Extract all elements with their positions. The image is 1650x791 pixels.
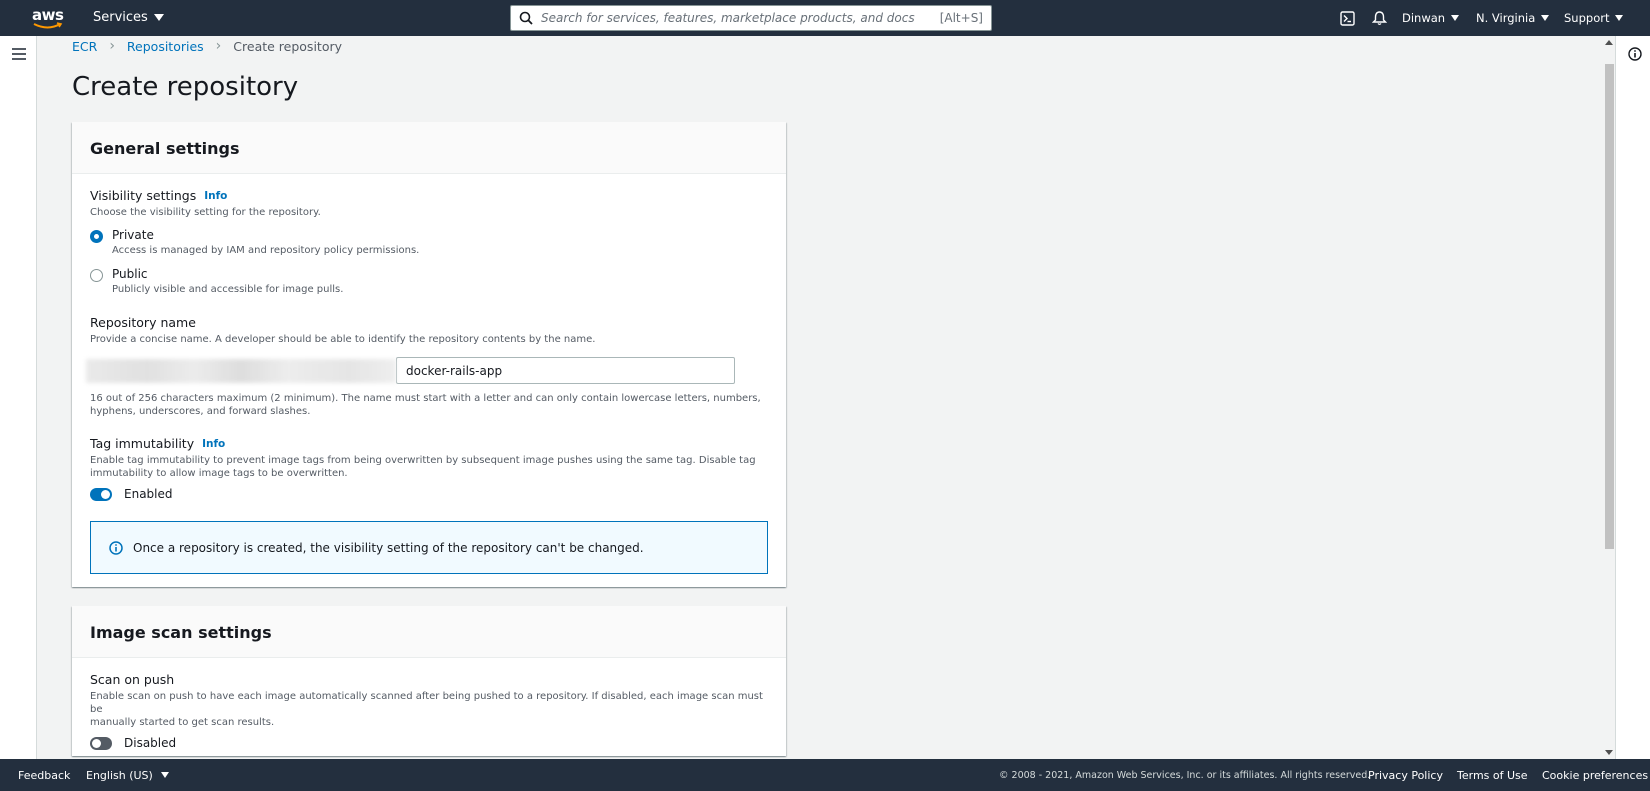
tag-immutability-state: Enabled bbox=[124, 487, 173, 501]
scan-on-push-state: Disabled bbox=[124, 736, 177, 750]
region-menu[interactable]: N. Virginia bbox=[1476, 0, 1550, 36]
visibility-info-link[interactable]: Info bbox=[204, 190, 227, 202]
region-label: N. Virginia bbox=[1476, 11, 1536, 25]
card-body: Visibility settings Info Choose the visi… bbox=[72, 174, 786, 588]
breadcrumb: ECR › Repositories › Create repository bbox=[72, 38, 342, 54]
scroll-down-arrow-icon[interactable] bbox=[1605, 750, 1613, 755]
breadcrumb-current: Create repository bbox=[233, 38, 342, 54]
aws-logo[interactable]: aws bbox=[32, 5, 64, 31]
caret-down-icon bbox=[1451, 15, 1460, 21]
cloudshell-icon bbox=[1340, 10, 1355, 26]
language-label: English (US) bbox=[86, 768, 153, 782]
support-label: Support bbox=[1564, 11, 1610, 25]
radio-private-label: Private bbox=[112, 228, 154, 242]
search-input[interactable] bbox=[541, 11, 940, 25]
copyright-text: © 2008 - 2021, Amazon Web Services, Inc.… bbox=[999, 769, 1371, 781]
repository-name-description: Provide a concise name. A developer shou… bbox=[90, 334, 596, 345]
scrollbar[interactable] bbox=[1603, 36, 1615, 759]
scroll-thumb[interactable] bbox=[1605, 64, 1614, 549]
chevron-right-icon: › bbox=[215, 38, 222, 54]
hint-line: 16 out of 256 characters maximum (2 mini… bbox=[90, 393, 761, 404]
repository-name-hint: 16 out of 256 characters maximum (2 mini… bbox=[90, 392, 768, 418]
radio-button-checked[interactable] bbox=[90, 230, 103, 243]
description-line: manually started to get scan results. bbox=[90, 717, 275, 728]
feedback-link[interactable]: Feedback bbox=[18, 769, 70, 782]
description-line: immutability to allow image tags to be o… bbox=[90, 468, 348, 479]
breadcrumb-link-ecr[interactable]: ECR bbox=[72, 39, 97, 54]
alert-text: Once a repository is created, the visibi… bbox=[133, 540, 644, 555]
radio-public[interactable]: Public Publicly visible and accessible f… bbox=[90, 267, 768, 295]
hint-line: hyphens, underscores, and forward slashe… bbox=[90, 406, 311, 417]
tag-immutability-label: Tag immutability bbox=[90, 436, 195, 451]
card-title: Image scan settings bbox=[90, 623, 272, 642]
scroll-up-arrow-icon[interactable] bbox=[1605, 40, 1613, 45]
info-icon bbox=[109, 540, 123, 555]
terms-of-use-link[interactable]: Terms of Use bbox=[1457, 769, 1528, 782]
account-menu[interactable]: Dinwan bbox=[1402, 0, 1460, 36]
tag-immutability-info-link[interactable]: Info bbox=[202, 438, 225, 450]
services-label: Services bbox=[93, 10, 148, 25]
search-box[interactable]: [Alt+S] bbox=[510, 5, 992, 31]
scan-on-push-toggle[interactable] bbox=[90, 736, 112, 750]
radio-public-label: Public bbox=[112, 267, 148, 281]
radio-public-description: Publicly visible and accessible for imag… bbox=[112, 284, 344, 295]
language-selector[interactable]: English (US) bbox=[86, 769, 169, 782]
info-alert: Once a repository is created, the visibi… bbox=[90, 521, 768, 574]
right-tools-rail bbox=[1615, 36, 1650, 759]
cookie-preferences-link[interactable]: Cookie preferences bbox=[1542, 769, 1648, 782]
radio-button-unchecked[interactable] bbox=[90, 269, 103, 282]
card-header: Image scan settings bbox=[72, 606, 786, 658]
caret-down-icon bbox=[153, 14, 164, 21]
info-icon[interactable] bbox=[1628, 47, 1642, 61]
scan-on-push-label: Scan on push bbox=[90, 672, 175, 687]
caret-down-icon bbox=[1615, 15, 1624, 21]
top-navigation: aws Services [Alt+S] Dinwan N. bbox=[0, 0, 1650, 36]
services-menu[interactable]: Services bbox=[93, 10, 164, 25]
search-icon bbox=[519, 11, 533, 25]
cloudshell-button[interactable] bbox=[1340, 0, 1355, 36]
chevron-right-icon: › bbox=[109, 38, 115, 54]
aws-smile-icon bbox=[33, 22, 63, 29]
tag-immutability-toggle[interactable] bbox=[90, 487, 112, 501]
description-line: Enable scan on push to have each image a… bbox=[90, 691, 763, 715]
tag-immutability-description: Enable tag immutability to prevent image… bbox=[90, 454, 768, 480]
card-body: Scan on push Enable scan on push to have… bbox=[72, 658, 786, 764]
repository-name-row bbox=[86, 357, 768, 384]
tag-immutability-toggle-row[interactable]: Enabled bbox=[90, 487, 768, 501]
visibility-description: Choose the visibility setting for the re… bbox=[90, 207, 321, 218]
repository-name-label: Repository name bbox=[90, 315, 196, 330]
image-scan-settings-card: Image scan settings Scan on push Enable … bbox=[72, 606, 786, 756]
general-settings-card: General settings Visibility settings Inf… bbox=[72, 122, 786, 587]
page-title: Create repository bbox=[72, 72, 299, 102]
radio-private-description: Access is managed by IAM and repository … bbox=[112, 245, 420, 256]
repository-name-input[interactable] bbox=[396, 357, 735, 384]
breadcrumb-link-repositories[interactable]: Repositories bbox=[127, 39, 204, 54]
radio-private[interactable]: Private Access is managed by IAM and rep… bbox=[90, 228, 768, 256]
privacy-policy-link[interactable]: Privacy Policy bbox=[1368, 769, 1443, 782]
card-header: General settings bbox=[72, 122, 786, 174]
description-line: Enable tag immutability to prevent image… bbox=[90, 455, 756, 466]
left-navigation-rail bbox=[0, 36, 37, 759]
bell-icon bbox=[1372, 11, 1387, 25]
menu-icon[interactable] bbox=[12, 48, 26, 60]
caret-down-icon bbox=[1541, 15, 1550, 21]
visibility-settings-label: Visibility settings bbox=[90, 188, 197, 203]
scan-on-push-description: Enable scan on push to have each image a… bbox=[90, 690, 768, 729]
repository-uri-prefix-redacted bbox=[86, 358, 396, 383]
account-label: Dinwan bbox=[1402, 11, 1446, 25]
card-title: General settings bbox=[90, 139, 240, 158]
support-menu[interactable]: Support bbox=[1564, 0, 1624, 36]
search-shortcut-hint: [Alt+S] bbox=[939, 11, 983, 25]
footer: Feedback English (US) © 2008 - 2021, Ama… bbox=[0, 759, 1650, 791]
scan-on-push-toggle-row[interactable]: Disabled bbox=[90, 736, 768, 750]
notifications-button[interactable] bbox=[1372, 0, 1387, 36]
caret-down-icon bbox=[160, 772, 169, 778]
